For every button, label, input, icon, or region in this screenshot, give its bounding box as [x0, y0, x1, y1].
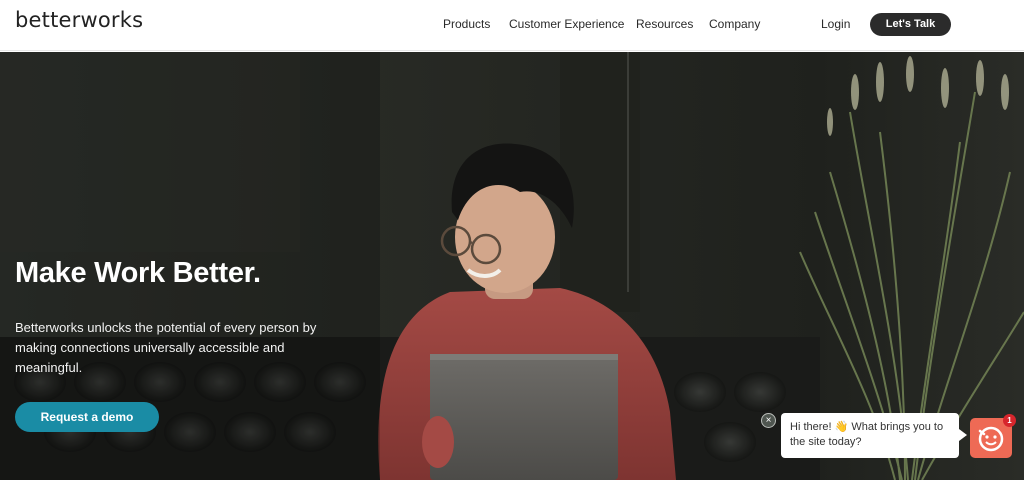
hero-title: Make Work Better.	[15, 257, 261, 289]
betterworks-logo[interactable]: betterworks	[15, 8, 143, 32]
chat-close-icon[interactable]: ×	[761, 413, 776, 428]
login-link[interactable]: Login	[821, 17, 850, 33]
chat-greeting-bubble[interactable]: Hi there! 👋 What brings you to the site …	[781, 413, 967, 458]
chat-greeting-text: Hi there! 👋 What brings you to the site …	[790, 421, 944, 448]
chat-notification-badge: 1	[1003, 414, 1016, 427]
nav-resources[interactable]: Resources	[636, 17, 693, 33]
nav-products[interactable]: Products	[443, 17, 490, 33]
request-demo-button[interactable]: Request a demo	[15, 402, 159, 432]
nav-company[interactable]: Company	[709, 17, 760, 33]
hero-description: Betterworks unlocks the potential of eve…	[15, 320, 317, 375]
lets-talk-button[interactable]: Let's Talk	[870, 13, 951, 36]
nav-customer-experience[interactable]: Customer Experience	[509, 17, 624, 33]
site-header: betterworks Products Customer Experience…	[0, 0, 1024, 51]
